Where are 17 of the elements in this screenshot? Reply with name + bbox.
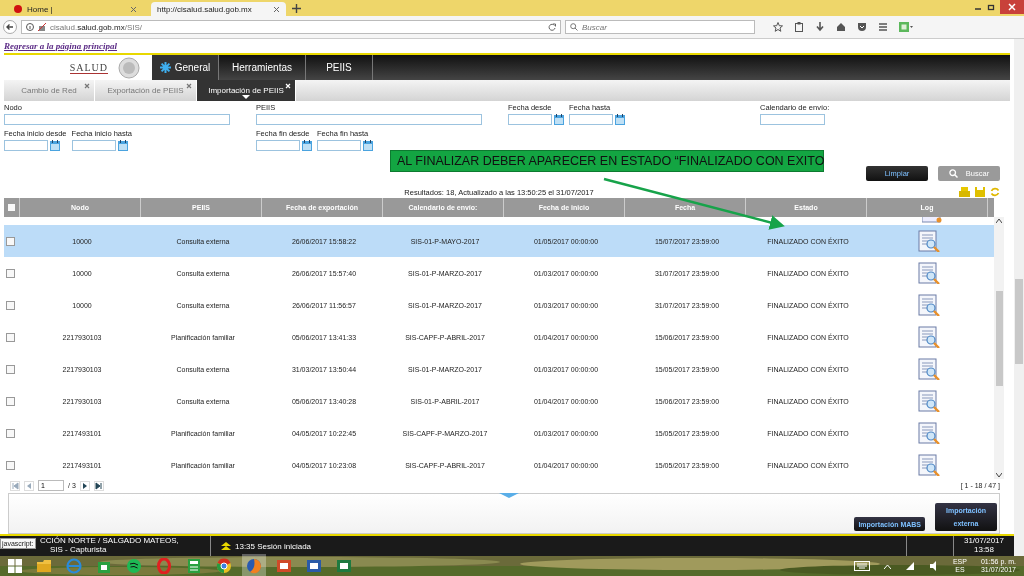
- user-role: SIS - Capturista: [49, 545, 108, 554]
- time-text: 13:58: [974, 545, 994, 554]
- search-input[interactable]: Buscar: [582, 22, 732, 32]
- date-text: 31/07/2017: [963, 536, 1004, 545]
- menu-tab[interactable]: General: [152, 55, 219, 80]
- user-name: CCIÓN NORTE / SALGADO MATEOS,: [40, 536, 180, 545]
- search-field[interactable]: Buscar: [565, 20, 755, 34]
- browser-tab[interactable]: http://cisalud.salud.gob.mx: [151, 2, 286, 16]
- tab[interactable]: Cambio de Red: [4, 80, 95, 101]
- address-field[interactable]: cisalud.salud.gob.mx/SIS/: [21, 20, 561, 34]
- session-text: 13:35 Sesión iniciada: [235, 541, 312, 551]
- logo-text: SALUD: [69, 61, 108, 74]
- url-text: cisalud.salud.gob.mx/SIS/: [50, 22, 143, 32]
- annotation-label: AL FINALIZAR DEBER APARECER EN ESTADO “FINALIZADO CON EXITO: [390, 150, 824, 172]
- back-link[interactable]: Regresar a la página principal: [4, 39, 117, 52]
- tab[interactable]: Importación de PEIIS: [197, 80, 296, 101]
- browser-tab[interactable]: Home |: [8, 2, 143, 16]
